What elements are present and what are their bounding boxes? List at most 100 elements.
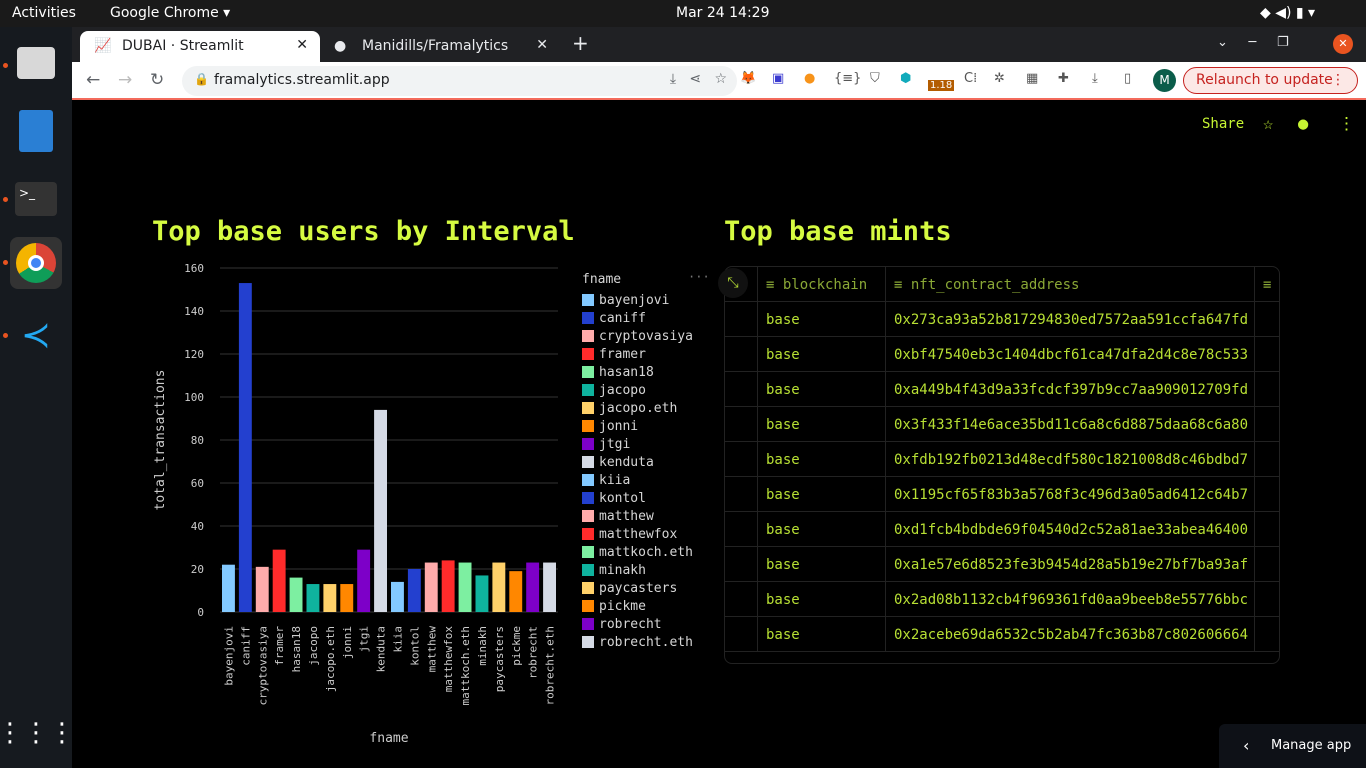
- table-row[interactable]: base 0xfdb192fb0213d48ecdf580c1821008d8c4…: [725, 442, 1279, 477]
- bar-robrecht.eth[interactable]: [543, 562, 556, 612]
- window-controls[interactable]: ⌄ ─ ❐: [1217, 35, 1289, 50]
- new-tab-button[interactable]: +: [572, 31, 589, 55]
- legend-item[interactable]: mattkoch.eth: [582, 543, 693, 561]
- table-row[interactable]: base 0xa449b4f43d9a33fcdcf397b9cc7aa90901…: [725, 372, 1279, 407]
- legend-item[interactable]: kenduta: [582, 453, 693, 471]
- cell-nft-contract-address[interactable]: 0xa449b4f43d9a33fcdcf397b9cc7aa909012709…: [886, 372, 1255, 407]
- bar-hasan18[interactable]: [289, 577, 303, 612]
- profile-avatar[interactable]: M: [1153, 69, 1176, 92]
- cell-blockchain[interactable]: base: [758, 547, 886, 582]
- extension-badge[interactable]: 1.18: [928, 80, 955, 91]
- bug-extension-icon[interactable]: ✲: [994, 71, 1005, 86]
- omnibox-actions[interactable]: ⤓ ⋖ ☆: [670, 71, 727, 87]
- legend-item[interactable]: jtgi: [582, 435, 693, 453]
- bar-minakh[interactable]: [475, 575, 489, 612]
- writer-icon[interactable]: [10, 105, 62, 157]
- bar-kontol[interactable]: [407, 569, 421, 612]
- json-extension-icon[interactable]: {≡}: [834, 71, 861, 86]
- github-icon[interactable]: ●: [1298, 114, 1308, 134]
- cell-blockchain[interactable]: base: [758, 302, 886, 337]
- bar-jonni[interactable]: [340, 584, 354, 612]
- legend-item[interactable]: matthew: [582, 507, 693, 525]
- column-header-blockchain[interactable]: ≡ blockchain: [758, 267, 886, 302]
- table-row[interactable]: base 0xbf47540eb3c1404dbcf61ca47dfa2d4c8e…: [725, 337, 1279, 372]
- close-tab-icon[interactable]: ✕: [296, 37, 308, 53]
- relaunch-button[interactable]: Relaunch to update ⋮: [1183, 67, 1358, 94]
- legend-item[interactable]: jacopo: [582, 381, 693, 399]
- bar-framer[interactable]: [272, 549, 286, 612]
- url-input[interactable]: 🔒 framalytics.streamlit.app ⤓ ⋖ ☆: [182, 66, 737, 96]
- bar-matthewfox[interactable]: [441, 560, 455, 612]
- metamask-icon[interactable]: 🦊: [740, 71, 756, 86]
- bar-jacopo.eth[interactable]: [323, 584, 337, 612]
- bar-caniff[interactable]: [238, 283, 252, 612]
- downloads-icon[interactable]: ⤓: [1092, 71, 1098, 86]
- close-tab-icon[interactable]: ✕: [536, 37, 548, 53]
- table-row[interactable]: base 0x273ca93a52b817294830ed7572aa591ccf…: [725, 302, 1279, 337]
- legend-item[interactable]: framer: [582, 345, 693, 363]
- table-row[interactable]: base 0x3f433f14e6ace35bd11c6a8c6d8875daa6…: [725, 407, 1279, 442]
- cell-nft-contract-address[interactable]: 0xbf47540eb3c1404dbcf61ca47dfa2d4c8e78c5…: [886, 337, 1255, 372]
- system-status-icons[interactable]: ◆ ◀) ▮ ▾: [1260, 5, 1315, 21]
- legend-item[interactable]: robrecht: [582, 615, 693, 633]
- bar-jacopo[interactable]: [306, 584, 320, 612]
- legend-item[interactable]: caniff: [582, 309, 693, 327]
- legend-item[interactable]: minakh: [582, 561, 693, 579]
- extension-icon[interactable]: ▣: [772, 71, 784, 86]
- legend-item[interactable]: cryptovasiya: [582, 327, 693, 345]
- bar-robrecht[interactable]: [526, 562, 540, 612]
- manage-app-button[interactable]: ‹ Manage app: [1219, 724, 1366, 768]
- legend-item[interactable]: paycasters: [582, 579, 693, 597]
- table-row[interactable]: base 0x2ad08b1132cb4f969361fd0aa9beeb8e55…: [725, 582, 1279, 617]
- cell-blockchain[interactable]: base: [758, 582, 886, 617]
- tab-dubai[interactable]: 📈 DUBAI · Streamlit ✕: [80, 31, 320, 62]
- clock[interactable]: Mar 24 14:29: [676, 5, 769, 21]
- legend-item[interactable]: kiia: [582, 471, 693, 489]
- shield-extension-icon[interactable]: ⛉: [870, 71, 880, 86]
- bar-cryptovasiya[interactable]: [255, 566, 269, 612]
- tab-github[interactable]: ● Manidills/Framalytics ✕: [320, 31, 560, 62]
- bar-chart[interactable]: 0 20 40 60 80 100 120 140 160 bayenjovi caniff cryp…: [144, 260, 584, 760]
- column-header-nft-contract-address[interactable]: ≡ nft_contract_address: [886, 267, 1255, 302]
- vscode-icon[interactable]: ≺: [10, 309, 62, 361]
- cell-blockchain[interactable]: base: [758, 442, 886, 477]
- cell-nft-contract-address[interactable]: 0x273ca93a52b817294830ed7572aa591ccfa647…: [886, 302, 1255, 337]
- bar-bayenjovi[interactable]: [222, 564, 235, 612]
- chart-more-icon[interactable]: ···: [688, 270, 710, 284]
- cell-blockchain[interactable]: base: [758, 372, 886, 407]
- terminal-icon[interactable]: >_: [10, 173, 62, 225]
- extension-icon[interactable]: ●: [804, 71, 815, 86]
- extension-icon[interactable]: C⁞: [964, 71, 977, 86]
- bar-kenduta[interactable]: [374, 409, 387, 612]
- close-window-button[interactable]: ✕: [1333, 34, 1353, 54]
- share-button[interactable]: Share: [1202, 116, 1244, 132]
- legend-item[interactable]: jacopo.eth: [582, 399, 693, 417]
- star-icon[interactable]: ☆: [1263, 114, 1273, 134]
- cell-nft-contract-address[interactable]: 0xa1e57e6d8523fe3b9454d28a5b19e27bf7ba93…: [886, 547, 1255, 582]
- legend-item[interactable]: matthewfox: [582, 525, 693, 543]
- qr-extension-icon[interactable]: ▦: [1026, 71, 1038, 86]
- bar-jtgi[interactable]: [357, 549, 371, 612]
- cell-nft-contract-address[interactable]: 0xd1fcb4bdbde69f04540d2c52a81ae33abea464…: [886, 512, 1255, 547]
- cell-nft-contract-address[interactable]: 0x1195cf65f83b3a5768f3c496d3a05ad6412c64…: [886, 477, 1255, 512]
- cell-blockchain[interactable]: base: [758, 477, 886, 512]
- cell-nft-contract-address[interactable]: 0x3f433f14e6ace35bd11c6a8c6d8875daa68c6a…: [886, 407, 1255, 442]
- extensions-puzzle-icon[interactable]: ✚: [1058, 71, 1069, 86]
- legend-item[interactable]: pickme: [582, 597, 693, 615]
- bar-mattkoch.eth[interactable]: [458, 562, 472, 612]
- bar-pickme[interactable]: [509, 571, 523, 612]
- cell-nft-contract-address[interactable]: 0xfdb192fb0213d48ecdf580c1821008d8c46bdb…: [886, 442, 1255, 477]
- bar-kiia[interactable]: [391, 581, 404, 612]
- legend-item[interactable]: hasan18: [582, 363, 693, 381]
- bar-matthew[interactable]: [424, 562, 438, 612]
- mints-table[interactable]: ≡ blockchain ≡ nft_contract_address ≡ ba…: [724, 266, 1280, 664]
- forward-icon[interactable]: →: [118, 70, 132, 90]
- legend-item[interactable]: jonni: [582, 417, 693, 435]
- cell-nft-contract-address[interactable]: 0x2ad08b1132cb4f969361fd0aa9beeb8e55776b…: [886, 582, 1255, 617]
- cell-blockchain[interactable]: base: [758, 617, 886, 652]
- show-apps-icon[interactable]: ⋮⋮⋮: [0, 707, 75, 759]
- cell-blockchain[interactable]: base: [758, 512, 886, 547]
- fullscreen-icon[interactable]: ⤡: [718, 268, 748, 298]
- reload-icon[interactable]: ↻: [150, 70, 164, 90]
- files-icon[interactable]: [10, 37, 62, 89]
